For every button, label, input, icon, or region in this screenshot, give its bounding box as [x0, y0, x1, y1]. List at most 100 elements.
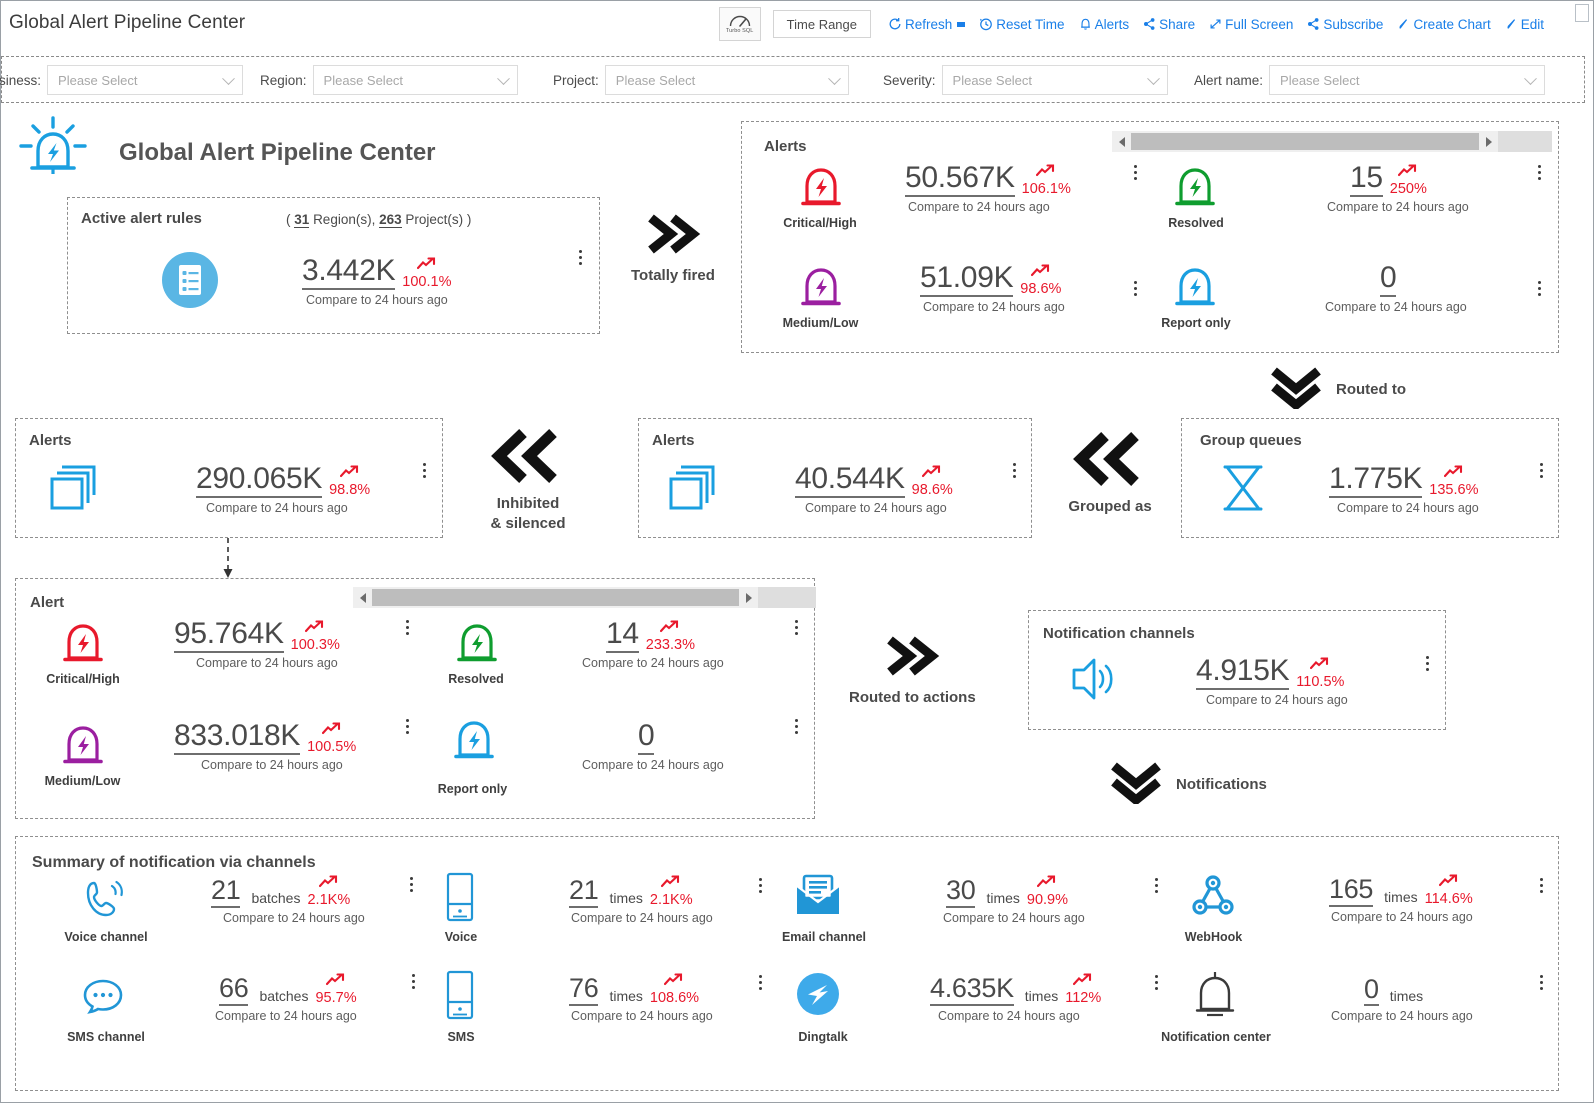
scroll-right-button[interactable] [1479, 131, 1498, 152]
summary-value-voice[interactable]: 21 [569, 876, 599, 908]
edit-button[interactable]: Edit [1498, 10, 1551, 38]
more-options-button[interactable] [1538, 281, 1542, 299]
scroll-left-button[interactable] [1112, 131, 1131, 152]
summary-value-dingtalk[interactable]: 4.635K [930, 974, 1014, 1006]
scroll-right-button[interactable] [739, 587, 758, 608]
more-options-button[interactable] [406, 620, 410, 638]
alerts-panel-hscrollbar[interactable] [1112, 131, 1552, 152]
alerts-fired-value-critical[interactable]: 50.567K [905, 162, 1015, 197]
reset-time-button[interactable]: Reset Time [972, 10, 1071, 38]
scope-summary: ( 31 Region(s), 263 Project(s) ) [286, 212, 471, 228]
compare-label: Compare to 24 hours ago [582, 757, 724, 772]
alerts-button[interactable]: Alerts [1072, 10, 1137, 38]
more-options-button[interactable] [1155, 975, 1159, 993]
more-options-button[interactable] [795, 620, 799, 638]
flow-notifications: Notifications [1106, 760, 1267, 809]
trend-up-icon [1037, 875, 1057, 892]
filter-business-select[interactable]: Please Select [47, 65, 244, 95]
filter-business-value: Please Select [58, 72, 138, 88]
more-options-button[interactable] [579, 250, 583, 268]
more-options-button[interactable] [423, 463, 427, 481]
more-options-button[interactable] [1134, 165, 1138, 183]
active-alert-rules-value[interactable]: 3.442K [302, 255, 396, 290]
more-options-button[interactable] [412, 974, 416, 992]
summary-kpi-webhook: 165 times 114.6% Compare to 24 hours ago [1329, 874, 1473, 924]
scroll-track[interactable] [1498, 131, 1552, 152]
summary-value-voice-channel[interactable]: 21 [211, 876, 241, 908]
summary-value-webhook[interactable]: 165 [1329, 875, 1373, 907]
scroll-track[interactable] [758, 587, 816, 608]
more-options-button[interactable] [1155, 878, 1159, 896]
inhibited-alerts-value[interactable]: 290.065K [196, 463, 322, 498]
more-options-button[interactable] [410, 877, 414, 895]
trend-up-icon [325, 973, 346, 990]
flow-totally-fired: Totally fired [631, 210, 715, 284]
group-queues-value[interactable]: 1.775K [1329, 463, 1423, 498]
active-alert-rules-panel: Active alert rules ( 31 Region(s), 263 P… [67, 197, 600, 334]
alert-detail-kpi-medium: 833.018K 100.5% Compare to 24 hours ago [174, 720, 356, 772]
scroll-thumb[interactable] [372, 589, 739, 606]
more-options-button[interactable] [1540, 878, 1544, 896]
filter-severity-select[interactable]: Please Select [941, 65, 1168, 95]
more-options-button[interactable] [1540, 463, 1544, 481]
scroll-thumb[interactable] [1131, 133, 1479, 150]
alert-detail-value-medium[interactable]: 833.018K [174, 720, 300, 755]
rules-list-icon [161, 251, 219, 314]
flow-grouped-as: Grouped as [1067, 428, 1153, 515]
group-queues-panel: Group queues 1.775K 135.6% Compare to 24… [1181, 418, 1559, 538]
alert-detail-value-report[interactable]: 0 [638, 720, 655, 755]
dashed-down-arrow-icon [223, 538, 233, 578]
project-count[interactable]: 263 [379, 212, 402, 228]
more-options-button[interactable] [1538, 165, 1542, 183]
summary-value-notification-center[interactable]: 0 [1364, 975, 1379, 1007]
more-options-button[interactable] [1134, 281, 1138, 299]
grouped-alerts-value[interactable]: 40.544K [795, 463, 905, 498]
region-count[interactable]: 31 [294, 212, 310, 228]
scroll-left-button[interactable] [353, 587, 372, 608]
notification-channels-value[interactable]: 4.915K [1196, 655, 1290, 690]
time-range-button[interactable]: Time Range [772, 10, 871, 38]
inhibited-alerts-panel: Alerts 290.065K 98.8% Compare to 24 hour… [15, 418, 443, 538]
summary-value-sms-channel[interactable]: 66 [219, 974, 249, 1006]
create-chart-button[interactable]: Create Chart [1390, 10, 1497, 38]
alarm-icon-report [448, 713, 500, 770]
alert-detail-panel: Alert Critical/High 95.764K 100.3% Compa… [15, 578, 816, 819]
filter-region-select[interactable]: Please Select [312, 65, 518, 95]
refresh-button[interactable]: Refresh [881, 10, 972, 38]
full-screen-button[interactable]: Full Screen [1202, 10, 1300, 38]
more-options-button[interactable] [1426, 656, 1430, 674]
triangle-right-icon [1485, 136, 1492, 147]
bell-outline-icon [1190, 967, 1240, 1026]
more-options-button[interactable] [406, 719, 410, 737]
filter-alert-name-select[interactable]: Please Select [1269, 65, 1546, 95]
alerts-fired-value-report[interactable]: 0 [1380, 262, 1397, 297]
more-options-button[interactable] [1540, 975, 1544, 993]
turbo-sql-button[interactable]: Turbo SQL [718, 7, 761, 41]
alerts-fired-value-resolved[interactable]: 15 [1350, 162, 1383, 197]
compare-label: Compare to 24 hours ago [1331, 909, 1473, 924]
alert-detail-value-resolved[interactable]: 14 [606, 618, 639, 653]
compare-label: Compare to 24 hours ago [805, 500, 947, 515]
alert-detail-value-critical[interactable]: 95.764K [174, 618, 284, 653]
filter-project-select[interactable]: Please Select [604, 65, 849, 95]
alarm-icon-critical [795, 160, 847, 217]
window-scrollbar-top[interactable] [1575, 4, 1589, 22]
chevron-down-icon [222, 72, 235, 86]
subscribe-button[interactable]: Subscribe [1300, 10, 1390, 38]
severity-label-report: Report only [437, 782, 508, 796]
alert-panel-hscrollbar[interactable] [353, 587, 816, 608]
more-options-button[interactable] [1013, 463, 1017, 481]
summary-unit-voice-channel: batches [251, 889, 301, 906]
channel-label-email-channel: Email channel [781, 930, 867, 944]
trend-up-icon [1310, 657, 1330, 674]
more-options-button[interactable] [759, 975, 763, 993]
summary-value-email-channel[interactable]: 30 [946, 876, 976, 908]
summary-value-sms[interactable]: 76 [569, 974, 599, 1006]
flow-inhibited-silenced: Inhibited & silenced [485, 425, 571, 532]
filter-severity: Severity: Please Select [883, 65, 1168, 95]
channel-label-sms: SMS [447, 1030, 475, 1044]
share-button[interactable]: Share [1136, 10, 1202, 38]
more-options-button[interactable] [759, 878, 763, 896]
more-options-button[interactable] [795, 719, 799, 737]
alerts-fired-value-medium[interactable]: 51.09K [920, 262, 1014, 297]
